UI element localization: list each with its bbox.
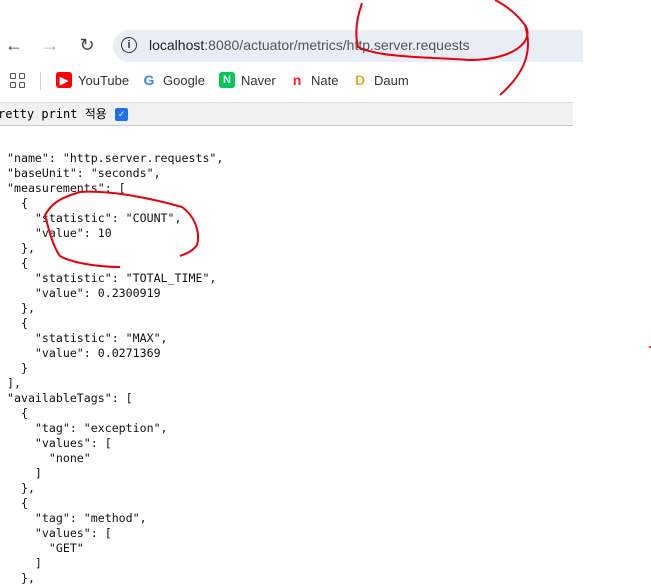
site-info-icon[interactable]: i — [121, 37, 137, 53]
url-path: :8080/actuator/metrics/http.server.reque… — [204, 37, 470, 53]
json-line: { — [7, 256, 28, 270]
json-line: }, — [7, 571, 35, 585]
bookmark-label: Naver — [241, 72, 276, 88]
browser-toolbar: ← → ↻ i localhost:8080/actuator/metrics/… — [0, 0, 583, 100]
bookmark-naver[interactable]: N Naver — [219, 72, 276, 88]
youtube-icon: ▶ — [56, 72, 72, 88]
json-line: "values": [ — [7, 526, 112, 540]
bookmark-label: Nate — [311, 72, 339, 88]
json-line: { — [7, 196, 28, 210]
json-line: ], — [7, 376, 21, 390]
json-line: "measurements": [ — [7, 181, 126, 195]
json-line: "value": 10 — [7, 226, 112, 240]
forward-button[interactable]: → — [38, 33, 62, 57]
reload-button[interactable]: ↻ — [75, 33, 99, 57]
json-line: }, — [7, 241, 35, 255]
json-line: { — [7, 316, 28, 330]
json-line: "baseUnit": "seconds", — [7, 166, 161, 180]
json-line: } — [7, 361, 28, 375]
daum-icon: D — [354, 72, 366, 88]
bookmark-youtube[interactable]: ▶ YouTube — [56, 72, 129, 88]
json-line: "tag": "method", — [7, 511, 147, 525]
bookmark-nate[interactable]: n Nate — [289, 72, 339, 88]
json-line: "name": "http.server.requests", — [7, 151, 224, 165]
json-line: "value": 0.2300919 — [7, 286, 161, 300]
nate-icon: n — [292, 72, 302, 88]
naver-icon: N — [219, 72, 235, 88]
json-line: { — [7, 406, 28, 420]
bookmark-daum[interactable]: D Daum — [352, 72, 409, 88]
json-line: ] — [7, 466, 42, 480]
json-line: "statistic": "COUNT", — [7, 211, 182, 225]
json-line: { — [7, 496, 28, 510]
bookmark-google[interactable]: G Google — [141, 72, 205, 88]
back-button[interactable]: ← — [2, 33, 26, 57]
bookmark-separator — [40, 72, 41, 90]
pretty-print-label: retty print 적용 — [0, 107, 107, 121]
json-output: "name": "http.server.requests", "baseUnit… — [0, 151, 223, 586]
bookmark-label: YouTube — [78, 72, 130, 88]
json-line: "GET" — [7, 541, 84, 555]
google-icon: G — [143, 72, 155, 88]
json-line: "statistic": "MAX", — [7, 331, 168, 345]
url-text[interactable]: localhost:8080/actuator/metrics/http.ser… — [149, 37, 470, 53]
pretty-print-bar: retty print 적용 ✓ — [0, 102, 573, 126]
json-line: "statistic": "TOTAL_TIME", — [7, 271, 217, 285]
pretty-print-checkbox[interactable]: ✓ — [115, 108, 128, 121]
address-bar[interactable]: i localhost:8080/actuator/metrics/http.s… — [113, 30, 583, 62]
json-line: ] — [7, 556, 42, 570]
json-line: }, — [7, 481, 35, 495]
url-host: localhost — [149, 37, 205, 53]
bookmark-label: Daum — [374, 72, 409, 88]
apps-grid-icon[interactable] — [10, 73, 25, 88]
json-line: "tag": "exception", — [7, 421, 168, 435]
json-line: "values": [ — [7, 436, 112, 450]
json-line: }, — [7, 301, 35, 315]
json-line: "value": 0.0271369 — [7, 346, 161, 360]
json-line: "none" — [7, 451, 91, 465]
json-line: "availableTags": [ — [7, 391, 133, 405]
bookmark-label: Google — [163, 72, 205, 88]
